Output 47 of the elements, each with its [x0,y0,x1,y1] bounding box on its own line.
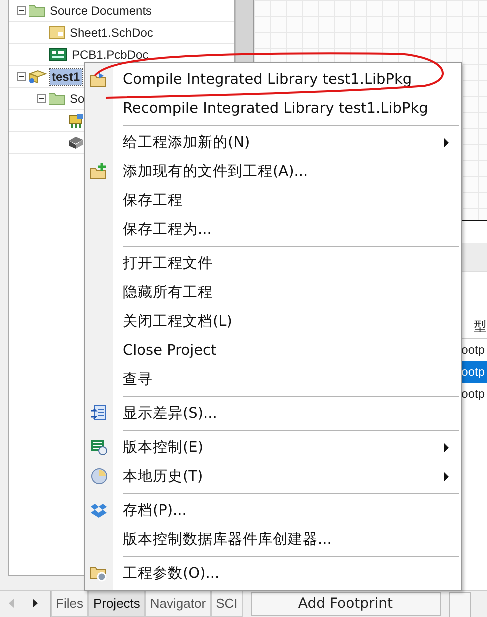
menu-item[interactable]: 关闭工程文档(L) [85,307,461,336]
tree-item[interactable]: Sheet1.SchDoc [68,24,156,40]
menu-item[interactable]: 保存工程为... [85,215,461,244]
panel-tab[interactable]: Projects [88,591,146,617]
tree-item[interactable]: test1 [50,68,82,84]
package-icon [29,70,47,84]
document-arrows-icon [90,405,108,422]
panel-tab[interactable]: Navigator [145,591,212,617]
document-icon [49,26,65,39]
component-icon [69,114,83,128]
clock-icon [90,468,108,485]
submenu-arrow-icon [444,472,449,482]
tree-item[interactable]: So [68,90,87,106]
menu-item[interactable]: Close Project [85,336,461,365]
menu-item[interactable]: 版本控制(E) [85,433,461,462]
add-footprint-button[interactable]: Add Footprint [250,592,441,616]
menu-item[interactable]: 存档(P)... [85,496,461,525]
folder-plus-icon [90,163,108,180]
collapse-toggle[interactable] [37,94,46,103]
folder-gear-icon [90,565,108,582]
folder-arrow-icon [90,72,108,88]
collapse-toggle[interactable] [17,72,26,81]
menu-item[interactable]: 添加现有的文件到工程(A)... [85,157,461,186]
menu-item[interactable]: 版本控制数据库器件库创建器... [85,525,461,554]
submenu-arrow-icon [444,442,449,452]
menu-item[interactable]: 保存工程 [85,186,461,215]
circuit-board-icon [49,48,67,61]
menu-item[interactable]: 给工程添加新的(N) [85,128,461,157]
menu-item[interactable]: 隐藏所有工程 [85,278,461,307]
submenu-arrow-icon [444,138,449,148]
menu-item[interactable]: 查寻 [85,365,461,394]
panel-tab[interactable]: SCI [211,591,243,617]
menu-item[interactable]: 工程参数(O)... [85,559,461,588]
folder-icon [49,92,65,105]
menu-item[interactable]: Compile Integrated Library test1.LibPkg [85,65,461,94]
grid-clock-icon [90,439,108,456]
menu-item[interactable]: Recompile Integrated Library test1.LibPkg [85,94,461,123]
menu-item[interactable]: 打开工程文件 [85,249,461,278]
menu-item[interactable]: 本地历史(T) [85,462,461,491]
folder-icon [29,4,45,17]
menu-item[interactable]: 显示差异(S)... [85,399,461,428]
tree-item[interactable]: PCB1.PcbDoc [70,46,151,62]
collapse-toggle[interactable] [17,6,26,15]
column-header: 型 [474,319,487,336]
tree-item[interactable]: Source Documents [48,2,154,18]
box-icon [90,502,108,518]
panel-tab[interactable]: Files [51,591,88,617]
